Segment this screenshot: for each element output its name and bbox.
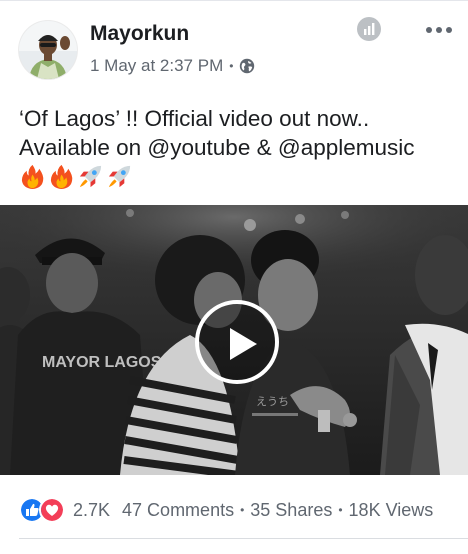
reactions-summary[interactable] bbox=[19, 497, 65, 523]
engagement-bar: 2.7K 47 Comments • 35 Shares • 18K Views bbox=[19, 497, 433, 523]
hoodie-text: MAYOR LAGOS bbox=[42, 354, 162, 371]
play-icon bbox=[230, 328, 257, 360]
post-meta: 1 May at 2:37 PM • bbox=[90, 56, 255, 76]
svg-text:えうち: えうち bbox=[256, 395, 289, 408]
meta-separator: • bbox=[229, 59, 234, 73]
post-timestamp[interactable]: 1 May at 2:37 PM bbox=[90, 56, 223, 76]
author-name[interactable]: Mayorkun bbox=[90, 22, 189, 46]
shares-count[interactable]: 35 Shares bbox=[250, 500, 332, 521]
rocket-icon bbox=[108, 165, 131, 188]
caption-line: Available on @youtube & @applemusic bbox=[19, 135, 415, 160]
rocket-icon bbox=[79, 165, 102, 188]
engagement-separator: • bbox=[338, 503, 343, 517]
insights-icon[interactable] bbox=[357, 17, 381, 41]
fire-icon bbox=[21, 164, 44, 190]
caption-line: ‘Of Lagos’ !! Official video out now.. bbox=[19, 106, 370, 131]
play-button[interactable] bbox=[195, 300, 279, 384]
post-caption: ‘Of Lagos’ !! Official video out now.. A… bbox=[19, 104, 459, 190]
views-count: 18K Views bbox=[348, 499, 434, 520]
love-icon bbox=[39, 497, 65, 523]
caption-emojis bbox=[19, 163, 459, 190]
comments-count[interactable]: 47 Comments bbox=[122, 500, 234, 521]
top-divider bbox=[0, 0, 468, 1]
more-options-icon[interactable] bbox=[424, 20, 454, 40]
fire-icon bbox=[50, 164, 73, 190]
reactions-count[interactable]: 2.7K bbox=[73, 500, 110, 521]
facebook-post: Mayorkun 1 May at 2:37 PM • ‘Of Lagos’ !… bbox=[0, 0, 468, 554]
engagement-separator: • bbox=[240, 503, 245, 517]
bottom-divider bbox=[19, 538, 468, 539]
author-avatar[interactable] bbox=[19, 21, 77, 79]
globe-icon bbox=[240, 58, 255, 74]
